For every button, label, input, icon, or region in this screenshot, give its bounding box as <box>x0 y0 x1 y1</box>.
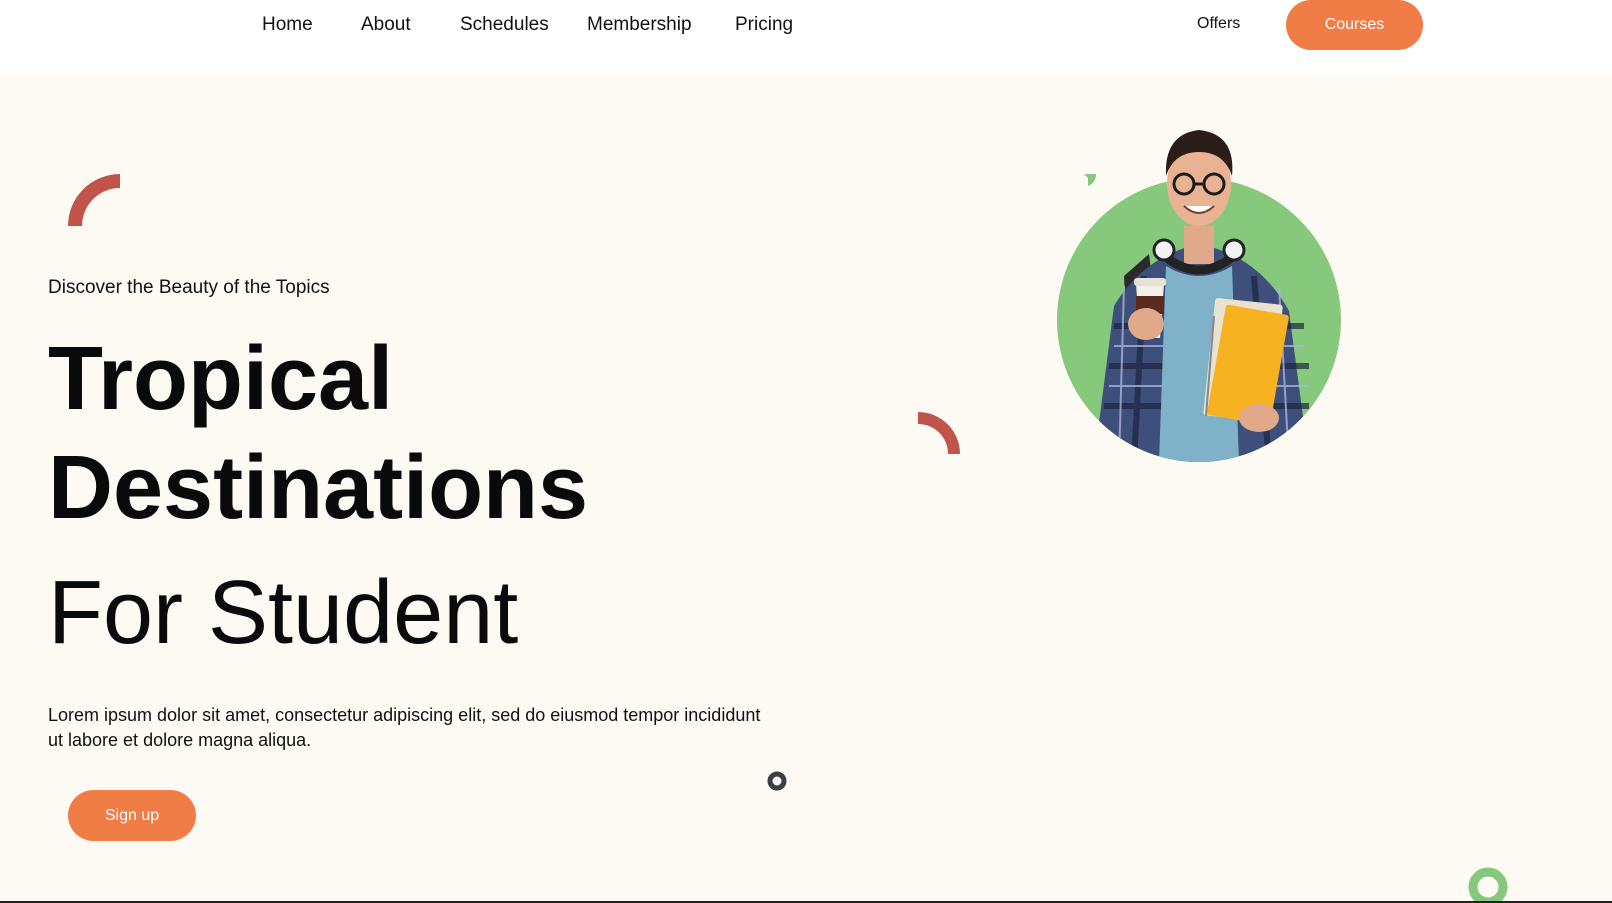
arc-decoration-icon <box>918 412 960 454</box>
hero-kicker: Discover the Beauty of the Topics <box>48 277 330 298</box>
top-navigation-bar: Home About Schedules Membership Pricing … <box>0 0 1612 73</box>
student-portrait-icon <box>1057 130 1341 462</box>
nav-home-link[interactable]: Home <box>262 14 313 36</box>
courses-button[interactable]: Courses <box>1286 0 1423 50</box>
hero-title-line1: Tropical <box>48 329 394 429</box>
nav-pricing-link[interactable]: Pricing <box>735 14 793 36</box>
hero-subtitle: For Student <box>48 563 519 663</box>
nav-membership-link[interactable]: Membership <box>587 14 692 36</box>
hero-description: Lorem ipsum dolor sit amet, consectetur … <box>48 705 761 750</box>
ring-decoration-icon <box>1468 867 1508 903</box>
offers-link[interactable]: Offers <box>1197 15 1240 33</box>
nav-about-link[interactable]: About <box>361 14 411 36</box>
hero-title-line2: Destinations <box>48 438 589 538</box>
ring-decoration-icon <box>767 771 787 791</box>
signup-button[interactable]: Sign up <box>68 790 196 841</box>
nav-schedules-link[interactable]: Schedules <box>460 14 549 36</box>
arc-decoration-icon <box>68 174 120 226</box>
